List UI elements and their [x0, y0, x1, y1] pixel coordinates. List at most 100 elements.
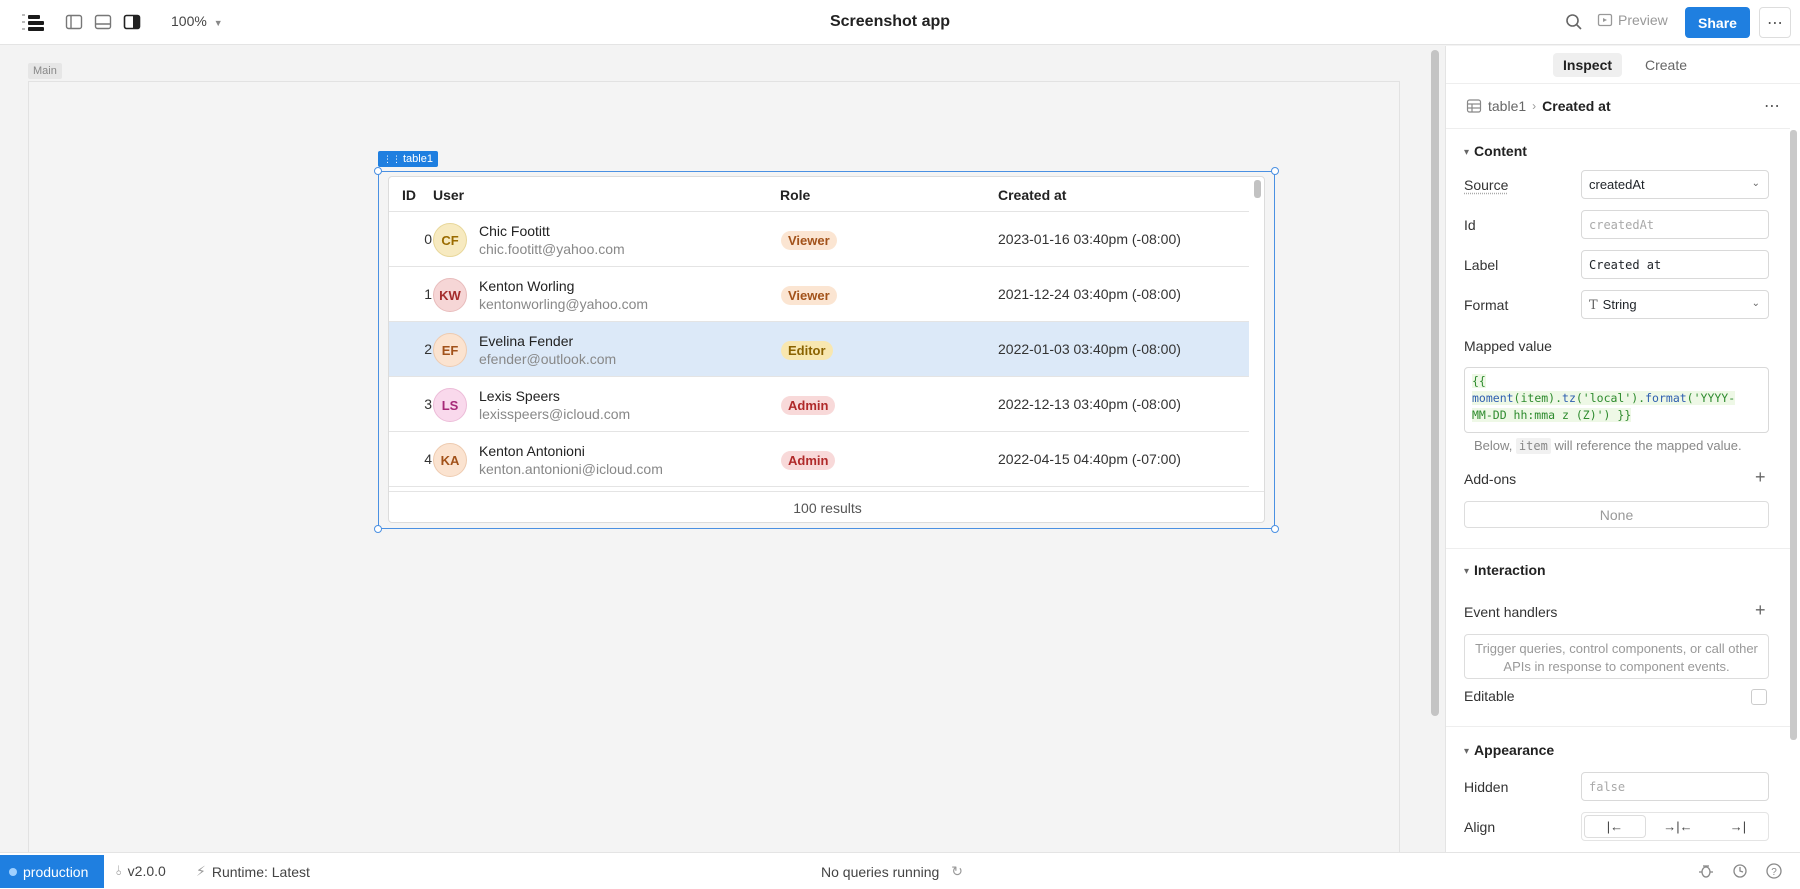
table-icon — [1466, 98, 1482, 114]
created-at-value: 2022-12-13 03:40pm (-08:00) — [998, 396, 1181, 412]
event-handlers-label: Event handlers — [1464, 604, 1557, 620]
column-header-user[interactable]: User — [433, 187, 464, 203]
environment-dot-icon — [9, 868, 17, 876]
resize-handle-top-right[interactable] — [1271, 167, 1279, 175]
search-icon[interactable] — [1564, 12, 1584, 32]
hidden-label: Hidden — [1464, 779, 1508, 795]
mapped-value-hint: Below, item will reference the mapped va… — [1474, 438, 1742, 453]
runtime-label: Runtime: Latest — [212, 864, 310, 880]
refresh-icon[interactable]: ↻ — [951, 863, 963, 880]
format-value: String — [1603, 297, 1637, 312]
column-header-id[interactable]: ID — [402, 187, 416, 203]
version-indicator[interactable]: ⫰ v2.0.0 — [116, 863, 166, 879]
share-button[interactable]: Share — [1685, 7, 1750, 38]
editable-label: Editable — [1464, 688, 1515, 704]
created-at-value: 2022-01-03 03:40pm (-08:00) — [998, 341, 1181, 357]
svg-text:?: ? — [1771, 867, 1777, 878]
divider — [1446, 548, 1790, 549]
code-open: {{ — [1472, 374, 1486, 388]
section-content-header[interactable]: Content — [1464, 143, 1527, 159]
tab-inspect[interactable]: Inspect — [1553, 53, 1622, 77]
users-table[interactable]: ID User Role Created at 0 CF Chic Footit… — [388, 176, 1265, 523]
row-id: 4 — [389, 451, 434, 467]
created-at-value: 2022-04-15 04:40pm (-07:00) — [998, 451, 1181, 467]
section-appearance-header[interactable]: Appearance — [1464, 742, 1554, 758]
table-row[interactable]: 3 LS Lexis Speers lexisspeers@icloud.com… — [389, 377, 1249, 432]
component-tag-label: table1 — [403, 153, 433, 165]
table-row-selected[interactable]: 2 EF Evelina Fender efender@outlook.com … — [389, 322, 1249, 377]
add-addon-icon[interactable]: + — [1755, 467, 1766, 488]
avatar: KW — [433, 278, 467, 312]
panel-scrollbar[interactable] — [1790, 130, 1797, 740]
query-status: No queries running ↻ — [821, 863, 963, 880]
breadcrumb-component[interactable]: table1 — [1488, 98, 1526, 114]
user-email: chic.footitt@yahoo.com — [479, 241, 625, 257]
user-name: Kenton Worling — [479, 278, 574, 294]
id-input[interactable]: createdAt — [1581, 210, 1769, 239]
code-fn2: tz — [1562, 391, 1576, 405]
table-row[interactable]: 1 KW Kenton Worling kentonworling@yahoo.… — [389, 267, 1249, 322]
tab-create[interactable]: Create — [1635, 53, 1697, 77]
preview-icon — [1597, 12, 1613, 28]
add-event-handler-icon[interactable]: + — [1755, 600, 1766, 621]
row-id: 1 — [389, 286, 434, 302]
role-badge: Viewer — [781, 286, 837, 305]
hint-code: item — [1516, 438, 1551, 454]
row-id: 0 — [389, 231, 434, 247]
user-email: lexisspeers@icloud.com — [479, 406, 630, 422]
environment-label: production — [23, 864, 88, 880]
resize-handle-bottom-right[interactable] — [1271, 525, 1279, 533]
row-id: 2 — [389, 341, 434, 357]
user-name: Evelina Fender — [479, 333, 573, 349]
table-scrollbar[interactable] — [1254, 180, 1261, 198]
align-right-icon[interactable]: →| — [1708, 813, 1768, 840]
inspector-tabs: Inspect Create — [1446, 46, 1800, 84]
align-label: Align — [1464, 819, 1495, 835]
section-interaction-header[interactable]: Interaction — [1464, 562, 1546, 578]
event-handlers-empty: Trigger queries, control components, or … — [1464, 634, 1769, 679]
more-options-button[interactable]: ⋯ — [1759, 7, 1791, 38]
resize-handle-bottom-left[interactable] — [374, 525, 382, 533]
environment-selector[interactable]: production — [0, 855, 104, 888]
code-arg3: ('YYYY- — [1687, 391, 1735, 405]
table-row[interactable]: 4 KA Kenton Antonioni kenton.antonioni@i… — [389, 432, 1249, 487]
column-header-role[interactable]: Role — [780, 187, 810, 203]
debug-bug-icon[interactable] — [1697, 862, 1715, 880]
hint-before: Below, — [1474, 438, 1516, 453]
align-left-icon[interactable]: |← — [1585, 816, 1645, 837]
help-icon[interactable]: ? — [1765, 862, 1783, 880]
chevron-down-icon: ⌄ — [1752, 298, 1760, 309]
branch-icon: ⫰ — [116, 863, 122, 879]
mapped-value-label: Mapped value — [1464, 338, 1552, 354]
avatar: KA — [433, 443, 467, 477]
chevron-down-icon: ⌄ — [1752, 178, 1760, 189]
runtime-indicator[interactable]: ⚡︎ Runtime: Latest — [196, 863, 310, 880]
preview-button[interactable]: Preview — [1597, 12, 1668, 28]
mapped-value-editor[interactable]: {{ moment(item).tz('local').format('YYYY… — [1464, 367, 1769, 433]
more-options-icon[interactable]: ⋯ — [1764, 96, 1780, 116]
addons-label: Add-ons — [1464, 471, 1516, 487]
preview-label: Preview — [1618, 12, 1668, 28]
frame-label: Main — [28, 63, 62, 79]
version-label: v2.0.0 — [128, 863, 166, 879]
history-icon[interactable] — [1731, 862, 1749, 880]
resize-handle-top-left[interactable] — [374, 167, 382, 175]
avatar: LS — [433, 388, 467, 422]
divider — [1446, 726, 1790, 727]
table-row[interactable]: 0 CF Chic Footitt chic.footitt@yahoo.com… — [389, 212, 1249, 267]
code-line3: MM-DD hh:mma z (Z)') }} — [1472, 408, 1631, 422]
align-center-icon[interactable]: →|← — [1648, 813, 1708, 840]
editable-checkbox[interactable] — [1751, 689, 1767, 705]
label-input[interactable]: Created at — [1581, 250, 1769, 279]
source-value: createdAt — [1589, 177, 1645, 192]
created-at-value: 2023-01-16 03:40pm (-08:00) — [998, 231, 1181, 247]
user-email: kentonworling@yahoo.com — [479, 296, 648, 312]
user-name: Kenton Antonioni — [479, 443, 585, 459]
hidden-input[interactable]: false — [1581, 772, 1769, 801]
column-header-created-at[interactable]: Created at — [998, 187, 1066, 203]
canvas-scrollbar[interactable] — [1431, 50, 1439, 716]
format-select[interactable]: T String ⌄ — [1581, 290, 1769, 319]
source-select[interactable]: createdAt ⌄ — [1581, 170, 1769, 199]
text-type-icon: T — [1589, 298, 1598, 313]
component-tag[interactable]: ⋮⋮ table1 — [378, 151, 438, 167]
